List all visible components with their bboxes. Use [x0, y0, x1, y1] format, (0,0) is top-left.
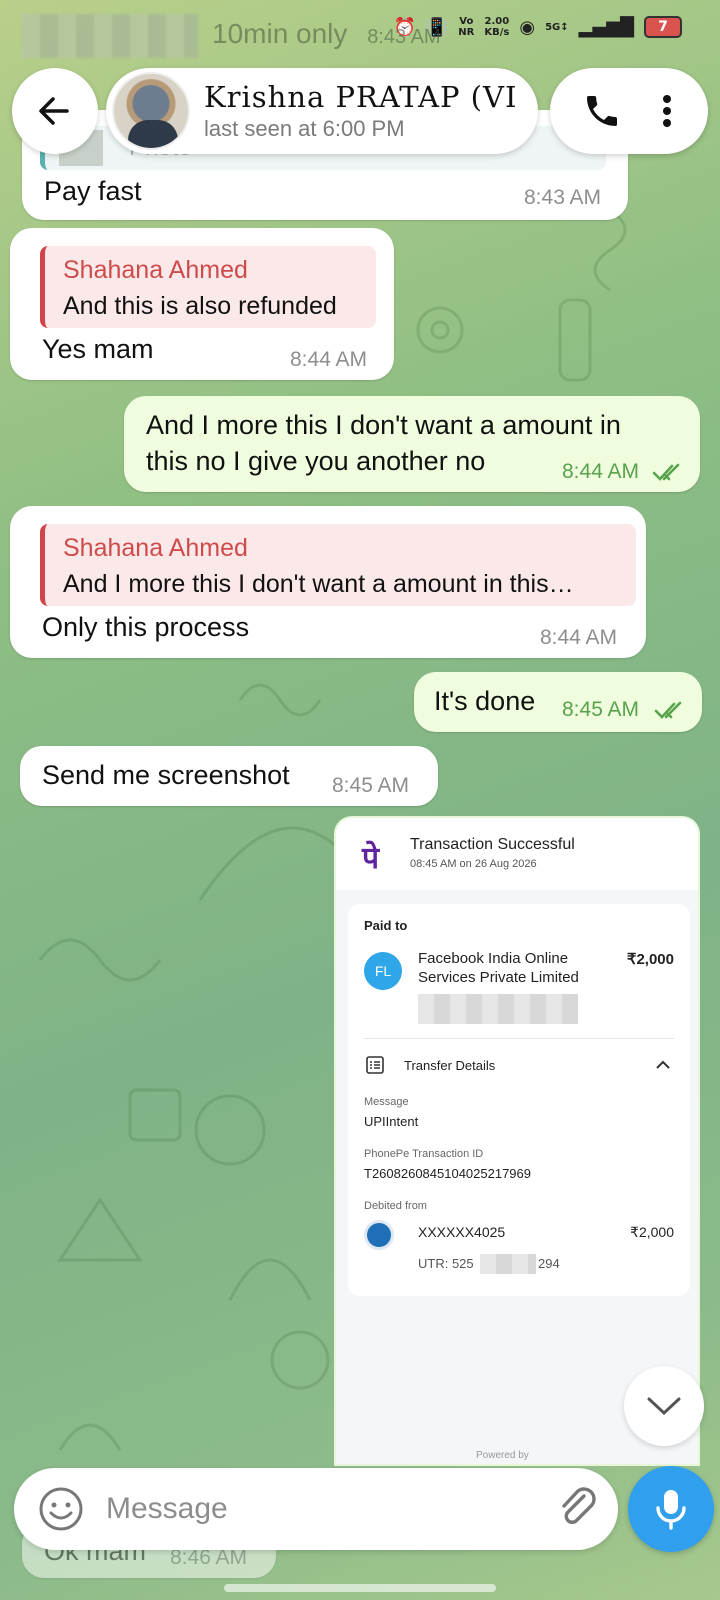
message-text: Yes mam [42, 334, 154, 364]
message-text: It's done [434, 686, 536, 716]
redacted-payee-detail [418, 994, 578, 1024]
message-text: Only this process [42, 612, 250, 642]
message-text-line2: this no I give you another no [146, 446, 486, 476]
reply-quote[interactable]: Shahana Ahmed And this is also refunded [40, 246, 376, 328]
message-text-line1: And I more this I don't want a amount in [146, 410, 621, 440]
avatar[interactable] [112, 72, 190, 150]
bank-logo-icon [364, 1220, 394, 1250]
message-time: 8:45 AM [332, 774, 410, 797]
message-time: 8:44 AM [562, 460, 640, 483]
battery-icon: 7 [644, 16, 682, 38]
double-check-icon [654, 701, 682, 719]
transaction-id-label: PhonePe Transaction ID [364, 1148, 484, 1160]
hotspot-icon: ◉ [519, 16, 536, 38]
more-vertical-icon[interactable] [657, 91, 677, 131]
receipt-header: पे Transaction Successful 08:45 AM on 26… [336, 818, 698, 890]
back-button[interactable] [12, 68, 98, 154]
message-bubble-incoming[interactable]: Shahana Ahmed And this is also refunded … [10, 228, 394, 380]
message-text: Pay fast [44, 176, 142, 206]
message-composer [14, 1468, 618, 1550]
paid-to-label: Paid to [364, 918, 408, 933]
message-value: UPIIntent [364, 1114, 419, 1129]
double-check-icon [652, 463, 680, 481]
reply-quote[interactable]: Shahana Ahmed And I more this I don't wa… [40, 524, 636, 606]
network-speed: 2.00 KB/s [484, 16, 510, 38]
emoji-icon[interactable] [38, 1486, 84, 1532]
reply-text: And this is also refunded [63, 292, 337, 320]
header-actions [550, 68, 708, 154]
last-seen-status: last seen at 6:00 PM [204, 116, 405, 141]
redacted-status-area [22, 14, 198, 58]
message-input[interactable] [106, 1488, 526, 1530]
signal-icon: ▂▄▆█ [578, 16, 634, 38]
message-bubble-outgoing[interactable]: And I more this I don't want a amount in… [124, 396, 700, 492]
scrolled-message-ghost: 10min only 8:43 AM [212, 18, 441, 49]
chat-title[interactable]: Krishna PRATAP (VI last seen at 6:00 PM [106, 68, 538, 154]
payment-amount: ₹2,000 [626, 951, 674, 968]
voice-record-button[interactable] [628, 1466, 714, 1552]
payment-screenshot-image[interactable]: पे Transaction Successful 08:45 AM on 26… [334, 816, 700, 1466]
message-time: 8:44 AM [290, 348, 368, 371]
transaction-status: Transaction Successful [410, 836, 575, 853]
message-time: 8:45 AM [562, 698, 640, 721]
payee-name-line1: Facebook India Online [418, 950, 569, 967]
transaction-id-value: T2608260845104025217969 [364, 1166, 532, 1181]
message-bubble-incoming[interactable]: Shahana Ahmed And I more this I don't wa… [10, 506, 646, 658]
powered-by: Powered by [476, 1450, 529, 1461]
chevron-up-icon [656, 1060, 670, 1069]
payee-avatar: FL [364, 952, 402, 990]
message-label: Message [364, 1096, 409, 1108]
message-bubble-outgoing[interactable]: It's done 8:45 AM [414, 672, 702, 732]
utr-suffix: 294 [538, 1256, 560, 1271]
redacted-utr [480, 1254, 536, 1274]
scroll-to-bottom-button[interactable] [624, 1366, 704, 1446]
debited-amount: ₹2,000 [630, 1224, 674, 1240]
contact-name: Krishna PRATAP (VI [204, 80, 518, 114]
chat-title-text: Krishna PRATAP (VI last seen at 6:00 PM [204, 80, 517, 142]
network-type: 5G↕ [545, 21, 569, 33]
transaction-date: 08:45 AM on 26 Aug 2026 [410, 858, 537, 870]
reply-author: Shahana Ahmed [63, 534, 248, 562]
attach-icon[interactable] [554, 1484, 602, 1532]
account-number: XXXXXX4025 [418, 1224, 506, 1240]
message-time: 8:43 AM [524, 186, 602, 209]
message-bubble-incoming[interactable]: Send me screenshot 8:45 AM [20, 746, 438, 806]
payee-name-line2: Services Private Limited [418, 969, 579, 986]
phone-icon[interactable] [582, 91, 622, 131]
chevron-down-icon [647, 1397, 681, 1416]
receipt-card: Paid to FL Facebook India Online Service… [348, 904, 690, 1296]
utr-prefix: UTR: 525 [418, 1256, 474, 1271]
transfer-details-label: Transfer Details [404, 1058, 496, 1073]
reply-text: And I more this I don't want a amount in… [63, 570, 574, 598]
receipt-list-icon [366, 1056, 384, 1074]
home-indicator[interactable] [224, 1584, 496, 1592]
message-time: 8:44 AM [540, 626, 618, 649]
phonepe-logo-icon: पे [362, 842, 380, 875]
reply-author: Shahana Ahmed [63, 256, 248, 284]
divider [364, 1038, 674, 1039]
message-text: Send me screenshot [42, 760, 290, 790]
debited-from-label: Debited from [364, 1200, 427, 1212]
microphone-icon [656, 1490, 686, 1530]
volte-indicator: Vo NR [458, 16, 475, 38]
back-arrow-icon [39, 97, 69, 125]
